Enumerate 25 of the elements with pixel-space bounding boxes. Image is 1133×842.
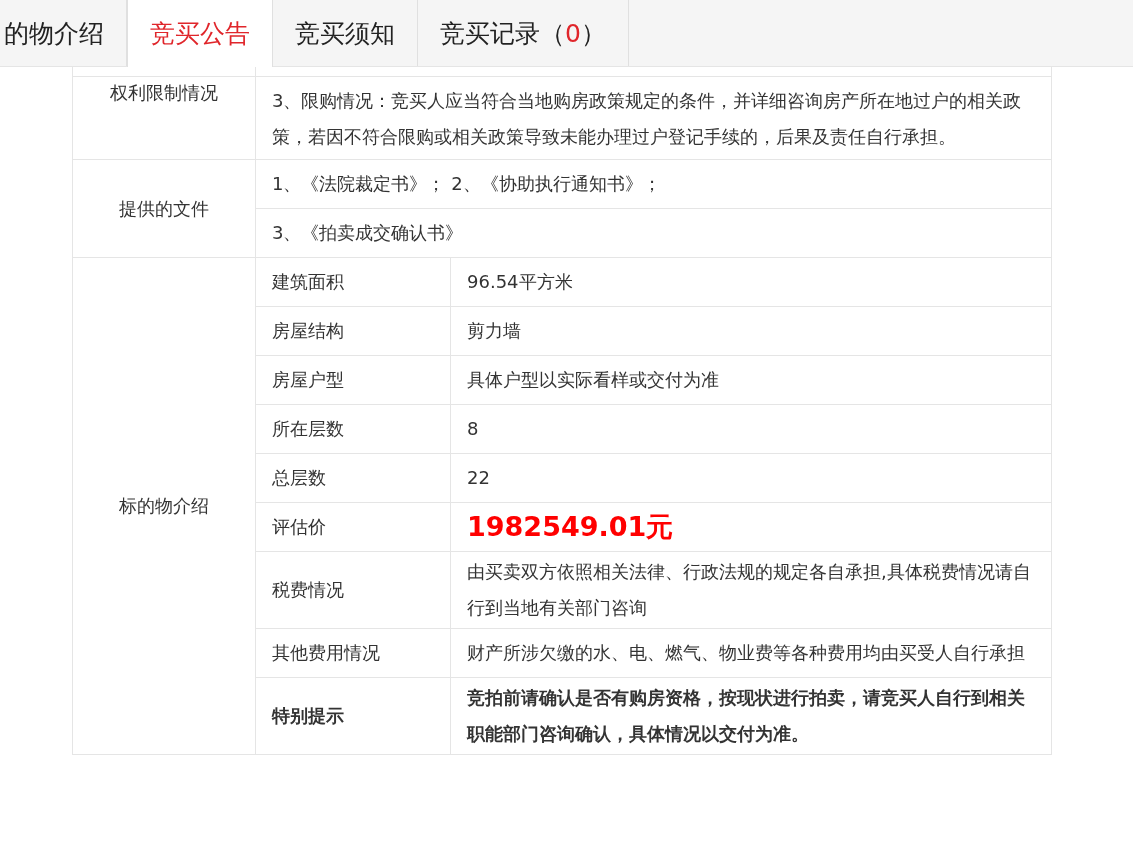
table-cell-text: 由买卖双方依照相关法律、行政法规的规定各自承担,具体税费情况请自行到当地有关部门咨询 — [467, 560, 1032, 620]
row-header: 提供的文件 — [119, 196, 209, 221]
table-cell: 税费情况 — [272, 578, 344, 602]
table-cell: 房屋户型 — [272, 368, 344, 392]
table-cell: 房屋结构 — [272, 319, 344, 343]
table-cell-text: 3、限购情况：竞买人应当符合当地购房政策规定的条件，并详细咨询房产所在地过户的相关政策，若因不符合限购或相关政策导致未能办理过户登记手续的，后果及责任自行承担。 — [272, 89, 1023, 149]
tab[interactable]: 竞买公告 — [127, 0, 273, 67]
price: 1982549.01元 — [467, 510, 674, 544]
table-cell-text: 22 — [467, 466, 490, 490]
table-cell-text: 竞拍前请确认是否有购房资格，按现状进行拍卖，请竞买人自行到相关职能部门咨询确认，具体情况以交付为准。 — [467, 687, 1026, 746]
row-header: 标的物介绍 — [119, 494, 209, 518]
table-cell-text: 财产所涉欠缴的水、电、燃气、物业费等各种费用均由买受人自行承担 — [467, 641, 1025, 665]
table-cell-text: 1、《法院裁定书》； 2、《协助执行通知书》； — [272, 172, 661, 196]
table-cell: 特别提示 — [272, 704, 344, 728]
table-cell-text: 具体户型以实际看样或交付为准 — [467, 368, 719, 392]
table-cell: 建筑面积 — [272, 270, 344, 294]
table-cell-text: 96.54平方米 — [467, 270, 573, 294]
table-cell: 总层数 — [272, 466, 326, 490]
table-cell: 所在层数 — [272, 417, 344, 441]
table-cell: 评估价 — [272, 515, 326, 539]
table-cell-text: 8 — [467, 417, 479, 441]
table-cell-text: 3、《拍卖成交确认书》 — [272, 221, 464, 245]
table-cell-text: 剪力墙 — [467, 319, 521, 343]
row-header: 权利限制情况 — [110, 81, 218, 105]
table-cell: 其他费用情况 — [272, 641, 380, 665]
